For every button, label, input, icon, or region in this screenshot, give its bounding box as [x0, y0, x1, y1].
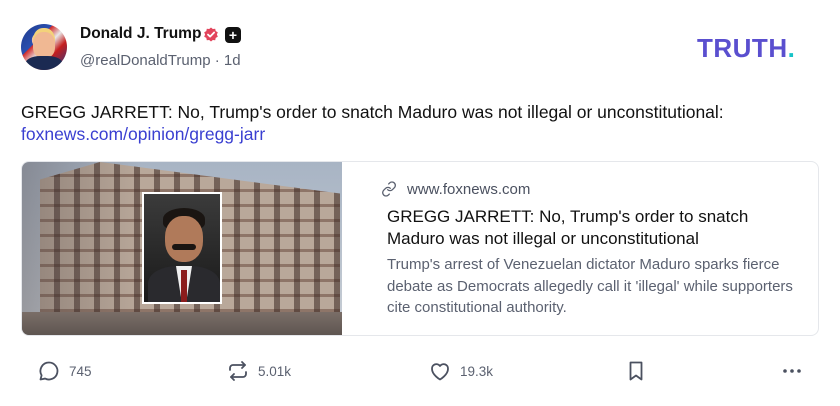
card-body: www.foxnews.com GREGG JARRETT: No, Trump… — [362, 162, 812, 335]
card-description: Trump's arrest of Venezuelan dictator Ma… — [387, 256, 793, 316]
link-preview-card[interactable]: www.foxnews.com GREGG JARRETT: No, Trump… — [21, 161, 819, 336]
reply-count: 745 — [69, 363, 92, 379]
avatar[interactable] — [21, 24, 67, 70]
bookmark-button[interactable] — [624, 358, 648, 384]
more-options-button[interactable] — [780, 358, 804, 384]
repost-icon — [229, 361, 247, 381]
author-name[interactable]: Donald J. Trump — [80, 25, 201, 43]
heart-icon — [431, 363, 449, 381]
verified-icon — [204, 27, 218, 42]
like-button[interactable]: 19.3k — [428, 358, 493, 384]
handle-text: @realDonaldTrump — [80, 52, 211, 69]
truth-logo: TRUTH. — [697, 33, 795, 64]
card-domain: www.foxnews.com — [407, 181, 531, 198]
author-handle[interactable]: @realDonaldTrump · 1d — [80, 52, 241, 69]
retruth-count: 5.01k — [258, 363, 292, 379]
more-horizontal-icon — [783, 369, 801, 373]
card-title: GREGG JARRETT: No, Trump's order to snat… — [387, 207, 749, 248]
post-text: GREGG JARRETT: No, Trump's order to snat… — [21, 102, 724, 122]
card-image — [22, 162, 342, 335]
post-time: · 1d — [214, 52, 241, 69]
plus-badge-icon: + — [225, 27, 241, 43]
post-link[interactable]: foxnews.com/opinion/gregg-jarr — [21, 124, 265, 145]
bookmark-icon — [629, 361, 643, 381]
comment-icon — [39, 361, 59, 381]
like-count: 19.3k — [460, 363, 494, 379]
link-icon — [382, 181, 396, 197]
retruth-button[interactable]: 5.01k — [226, 358, 291, 384]
brand-dot: . — [787, 33, 796, 63]
reply-button[interactable]: 745 — [37, 358, 92, 384]
portrait-inset — [142, 192, 222, 304]
brand-text: TRUTH — [697, 33, 788, 63]
